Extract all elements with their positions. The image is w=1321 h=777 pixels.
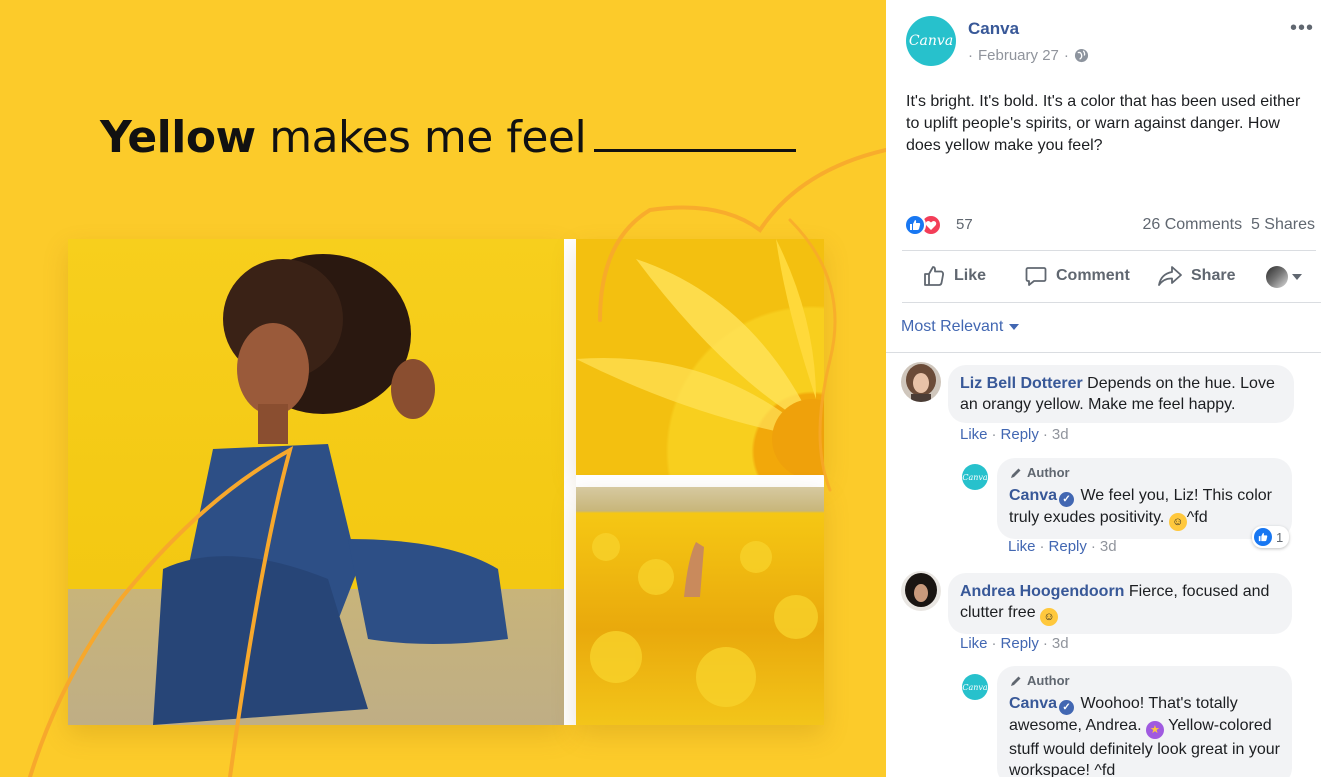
post-text: It's bright. It's bold. It's a color tha… [906,93,1301,154]
star-struck-emoji-icon: ★ [1145,721,1164,739]
more-options-button[interactable]: ••• [1290,18,1314,38]
like-button[interactable]: Like [922,264,986,288]
reply-reply-link[interactable]: Reply [1049,538,1087,555]
comment-reply-link[interactable]: Reply [1001,635,1039,652]
reply-author[interactable]: Canva [1009,695,1057,712]
meta-separator: · [968,47,973,64]
commenter-avatar[interactable] [901,362,941,402]
meta-separator: · [1063,47,1069,64]
divider [902,302,1321,303]
comment-actions: Like · Reply · 3d [960,635,1069,652]
smiling-face-emoji-icon: ☺ [1168,513,1187,531]
reply-bubble: Author Canva ✓ Woohoo! That's totally awe… [997,666,1292,777]
post-date[interactable]: February 27 [978,47,1059,64]
post-as-selector[interactable] [1266,266,1302,288]
comment-bubble: Liz Bell Dotterer Depends on the hue. Lo… [948,365,1294,423]
pencil-icon [1011,468,1021,478]
page-name[interactable]: Canva [968,19,1019,39]
reply-author[interactable]: Canva [1009,487,1057,504]
like-reaction-icon [1254,528,1272,546]
reaction-count[interactable]: 57 [956,216,973,233]
comments-count[interactable]: 26 Comments [1142,216,1242,233]
author-badge: Author [1009,462,1280,483]
share-button[interactable]: Share [1157,264,1235,288]
headline-blank-line [594,112,797,152]
reply-bubble: Author Canva ✓ We feel you, Liz! This col… [997,458,1292,539]
chevron-down-icon [1292,274,1302,280]
page-avatar[interactable]: Canva [906,16,956,66]
globe-icon[interactable] [1074,48,1089,63]
reply-text-signature: ^fd [1186,509,1208,526]
divider [886,352,1321,353]
thumbs-up-icon [924,266,944,286]
collage-divider [576,475,824,487]
comment-like-link[interactable]: Like [960,635,988,652]
shares-count[interactable]: 5 Shares [1251,216,1315,233]
divider [902,250,1316,251]
woman-photo [68,239,564,725]
verified-badge-icon: ✓ [1059,700,1075,715]
comment-author[interactable]: Liz Bell Dotterer [960,375,1083,392]
comment-like-link[interactable]: Like [960,426,988,443]
chevron-down-icon [1009,324,1020,330]
reaction-icons[interactable] [904,214,942,236]
flower-field-photo [576,487,824,725]
share-arrow-icon [1158,266,1182,286]
author-badge: Author [1009,670,1280,691]
image-headline: Yellow makes me feel [100,112,797,163]
comment-actions: Like · Reply · 3d [960,426,1069,443]
reply-time[interactable]: 3d [1100,538,1117,555]
comment-time[interactable]: 3d [1052,635,1069,652]
reply-avatar[interactable]: Canva [962,464,988,490]
comment-time[interactable]: 3d [1052,426,1069,443]
like-reaction-icon [904,214,926,236]
comment-share-counts: 26 Comments 5 Shares [1142,216,1315,234]
post-panel: Canva Canva · February 27 · ••• It's bri… [886,0,1321,777]
yellow-flower-photo [576,239,824,475]
commenter-avatar[interactable] [901,571,941,611]
collage-divider [564,239,576,725]
comment-author[interactable]: Andrea Hoogendoorn [960,583,1124,600]
reply-like-link[interactable]: Like [1008,538,1036,555]
comment-sort-selector[interactable]: Most Relevant [901,318,1020,336]
comment-reply-link[interactable]: Reply [1001,426,1039,443]
comment-button[interactable]: Comment [1024,264,1130,288]
pencil-icon [1011,676,1021,686]
verified-badge-icon: ✓ [1059,492,1075,507]
upside-down-face-emoji-icon: ☺ [1040,608,1059,626]
post-meta: · February 27 · [968,47,1089,64]
comment-bubble: Andrea Hoogendoorn Fierce, focused and c… [948,573,1292,634]
comment-bubble-icon [1025,267,1047,286]
reply-actions: Like · Reply · 3d [1008,538,1117,555]
reply-like-count-badge[interactable]: 1 [1252,526,1290,548]
post-image[interactable]: Yellow makes me feel [0,0,886,777]
user-avatar [1266,266,1288,288]
reply-avatar[interactable]: Canva [962,674,988,700]
